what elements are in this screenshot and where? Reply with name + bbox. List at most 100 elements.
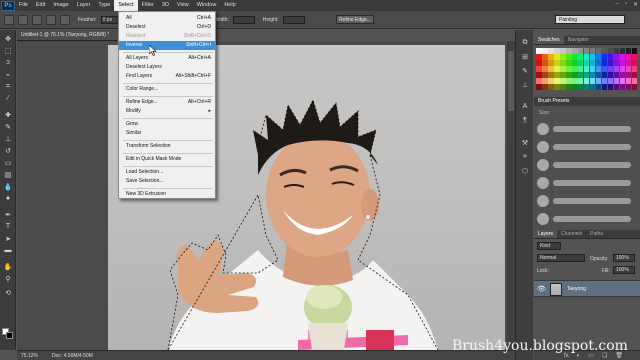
color-swatch[interactable] bbox=[625, 71, 632, 78]
color-swatch[interactable] bbox=[625, 65, 632, 72]
brush-preset-item[interactable] bbox=[537, 193, 637, 209]
zoom-tool-icon[interactable]: ⚲ bbox=[3, 274, 13, 283]
color-swatch[interactable] bbox=[541, 48, 548, 54]
menu-item-save-selection[interactable]: Save Selection... bbox=[119, 177, 215, 186]
tab-layers[interactable]: Layers bbox=[534, 230, 558, 238]
brush-preset-item[interactable] bbox=[537, 175, 637, 191]
color-swatch[interactable] bbox=[559, 77, 566, 84]
color-swatch[interactable] bbox=[601, 65, 608, 72]
clone-source-panel-icon[interactable]: ⊥ bbox=[520, 80, 530, 89]
color-swatch[interactable] bbox=[625, 83, 632, 90]
color-swatch[interactable] bbox=[589, 83, 596, 90]
color-swatch[interactable] bbox=[541, 59, 548, 66]
menu-view[interactable]: View bbox=[173, 0, 193, 11]
color-swatch[interactable] bbox=[547, 83, 554, 90]
color-swatch[interactable] bbox=[547, 77, 554, 84]
color-swatch[interactable] bbox=[595, 53, 602, 60]
color-swatch[interactable] bbox=[565, 77, 572, 84]
workspace-select[interactable]: Painting bbox=[555, 15, 625, 24]
color-swatch[interactable] bbox=[595, 48, 602, 54]
pen-tool-icon[interactable]: ✒ bbox=[3, 210, 13, 219]
color-swatch[interactable] bbox=[595, 77, 602, 84]
color-swatch[interactable] bbox=[541, 71, 548, 78]
color-swatch[interactable] bbox=[619, 77, 626, 84]
maximize-icon[interactable]: ▫ bbox=[625, 1, 627, 8]
color-swatch[interactable] bbox=[565, 65, 572, 72]
color-swatch[interactable] bbox=[613, 48, 620, 54]
tool-presets-panel-icon[interactable]: ⚒ bbox=[520, 138, 530, 147]
color-swatch[interactable] bbox=[595, 71, 602, 78]
clone-stamp-tool-icon[interactable]: ⊥ bbox=[3, 134, 13, 143]
menu-help[interactable]: Help bbox=[220, 0, 239, 11]
width-input[interactable] bbox=[232, 15, 255, 24]
blur-tool-icon[interactable]: 💧 bbox=[3, 182, 13, 191]
color-swatch[interactable] bbox=[607, 65, 614, 72]
color-swatch[interactable] bbox=[589, 65, 596, 72]
color-swatch[interactable] bbox=[565, 71, 572, 78]
color-swatch[interactable] bbox=[553, 59, 560, 66]
marquee-tool-preset-icon[interactable] bbox=[4, 14, 14, 25]
brush-preset-item[interactable] bbox=[537, 211, 637, 227]
menu-item-modify[interactable]: Modify bbox=[119, 107, 215, 116]
color-swatch[interactable] bbox=[631, 71, 638, 78]
color-swatch[interactable] bbox=[536, 83, 542, 90]
color-swatch[interactable] bbox=[583, 65, 590, 72]
marquee-tool-icon[interactable]: ⬚ bbox=[3, 46, 13, 55]
color-swatch[interactable] bbox=[536, 71, 542, 78]
color-swatch[interactable] bbox=[607, 53, 614, 60]
color-swatch[interactable] bbox=[541, 53, 548, 60]
vertical-scrollbar[interactable] bbox=[507, 41, 515, 350]
menu-select[interactable]: Select bbox=[114, 0, 138, 11]
lasso-tool-icon[interactable]: ↄ bbox=[3, 58, 13, 67]
minimize-icon[interactable]: – bbox=[615, 1, 618, 8]
color-swatch[interactable] bbox=[589, 71, 596, 78]
color-swatch[interactable] bbox=[553, 77, 560, 84]
layer-kind-filter[interactable]: Kind bbox=[537, 242, 561, 250]
rotate-3d-tool-icon[interactable]: ⟲ bbox=[3, 288, 13, 297]
color-swatch[interactable] bbox=[601, 53, 608, 60]
document-tab[interactable]: Untitled-1 @ 75.1% (Taeyong, RGB/8) * bbox=[17, 30, 117, 41]
menu-item-color-range[interactable]: Color Range... bbox=[119, 85, 215, 94]
color-swatch[interactable] bbox=[553, 71, 560, 78]
color-swatch[interactable] bbox=[571, 71, 578, 78]
color-swatch[interactable] bbox=[553, 83, 560, 90]
color-swatch[interactable] bbox=[559, 48, 566, 54]
actions-panel-icon[interactable]: ⟡ bbox=[520, 152, 530, 161]
menu-type[interactable]: Type bbox=[94, 0, 114, 11]
color-swatch[interactable] bbox=[631, 53, 638, 60]
menu-image[interactable]: Image bbox=[49, 0, 72, 11]
menu-item-deselect[interactable]: Deselect Ctrl+D bbox=[119, 23, 215, 32]
blend-mode-select[interactable]: Normal bbox=[537, 254, 585, 262]
refine-edge-button[interactable]: Refine Edge... bbox=[336, 15, 374, 24]
move-tool-icon[interactable]: ✥ bbox=[3, 34, 13, 43]
color-swatch[interactable] bbox=[559, 71, 566, 78]
menu-filter[interactable]: Filter bbox=[138, 0, 158, 11]
color-swatch[interactable] bbox=[565, 48, 572, 54]
color-swatch[interactable] bbox=[607, 59, 614, 66]
tab-paths[interactable]: Paths bbox=[586, 230, 607, 238]
eyedropper-tool-icon[interactable]: ⁄ bbox=[3, 94, 13, 103]
menu-window[interactable]: Window bbox=[193, 0, 221, 11]
menu-item-load-selection[interactable]: Load Selection... bbox=[119, 168, 215, 177]
menu-item-new-3d-extrusion[interactable]: New 3D Extrusion bbox=[119, 190, 215, 199]
color-swatch[interactable] bbox=[631, 83, 638, 90]
color-swatch[interactable] bbox=[583, 48, 590, 54]
color-swatch[interactable] bbox=[601, 83, 608, 90]
color-swatch[interactable] bbox=[559, 59, 566, 66]
color-swatch[interactable] bbox=[631, 59, 638, 66]
color-swatch[interactable] bbox=[547, 48, 554, 54]
intersect-selection-icon[interactable] bbox=[60, 14, 70, 25]
color-swatch[interactable] bbox=[631, 48, 638, 54]
color-swatch[interactable] bbox=[619, 59, 626, 66]
color-swatch[interactable] bbox=[583, 71, 590, 78]
menu-item-similar[interactable]: Similar bbox=[119, 129, 215, 138]
menu-item-all[interactable]: All Ctrl+A bbox=[119, 14, 215, 23]
hand-tool-icon[interactable]: ✋ bbox=[3, 262, 13, 271]
type-tool-icon[interactable]: T bbox=[3, 222, 13, 231]
color-swatch[interactable] bbox=[541, 83, 548, 90]
color-swatch[interactable] bbox=[625, 48, 632, 54]
brush-preset-item[interactable] bbox=[537, 121, 637, 137]
character-panel-icon[interactable]: A bbox=[520, 102, 530, 111]
color-swatch[interactable] bbox=[607, 83, 614, 90]
color-swatch[interactable] bbox=[601, 71, 608, 78]
